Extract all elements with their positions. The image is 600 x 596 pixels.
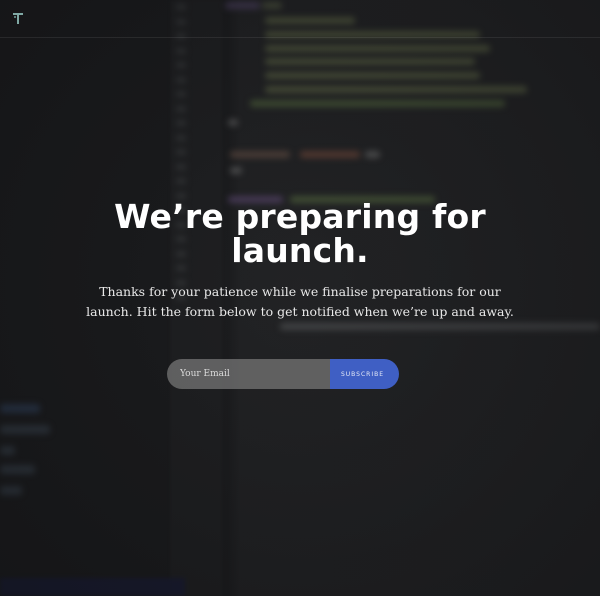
email-field[interactable] xyxy=(167,359,330,389)
logo-icon[interactable] xyxy=(12,11,24,25)
page-title: We’re preparing for launch. xyxy=(114,197,486,270)
subscribe-button[interactable]: SUBSCRIBE xyxy=(330,359,399,389)
hero-section: We’re preparing for launch. Thanks for y… xyxy=(0,200,600,322)
site-header xyxy=(0,0,600,38)
subscribe-form: SUBSCRIBE xyxy=(167,359,399,389)
launch-page: We’re preparing for launch. Thanks for y… xyxy=(0,0,600,596)
page-description: Thanks for your patience while we finali… xyxy=(86,284,514,319)
